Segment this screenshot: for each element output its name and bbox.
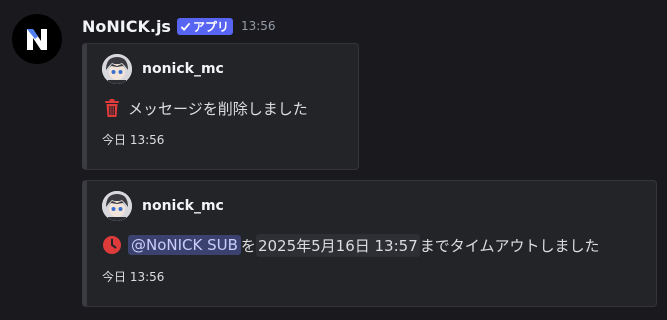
checkmark-icon [180, 22, 191, 31]
embed-author-name[interactable]: nonick_mc [142, 61, 224, 77]
timestamp-chip[interactable]: 2025年5月16日 13:57 [255, 233, 420, 257]
embed-author: nonick_mc [102, 191, 224, 221]
user-avatar[interactable] [102, 191, 132, 221]
embed-timeout: nonick_mc @NoNICK SUB を 2025年5月16日 13:57… [82, 180, 657, 307]
trash-icon [102, 98, 122, 118]
embed-text: メッセージを削除しました [128, 99, 308, 118]
message-timestamp[interactable]: 13:56 [241, 19, 276, 33]
bot-username[interactable]: NoNICK.js [82, 17, 171, 36]
timeout-suffix-text: までタイムアウトしました [419, 236, 600, 255]
embed-author: nonick_mc [102, 54, 224, 84]
embed-message-deleted: nonick_mc メッセージを削除しました 今日 13:56 [82, 43, 359, 170]
app-badge-label: アプリ [192, 19, 229, 34]
joiner-text: を [240, 236, 256, 255]
bot-avatar[interactable] [12, 14, 62, 64]
anime-avatar-icon [102, 54, 132, 84]
clock-icon [102, 235, 122, 255]
message-header: NoNICK.js アプリ 13:56 [82, 14, 276, 38]
chat-message: NoNICK.js アプリ 13:56 nonick_mc メッセージを削除しま… [0, 0, 667, 320]
app-badge: アプリ [176, 17, 233, 35]
embed-footer: 今日 13:56 [102, 269, 165, 284]
nonick-logo-icon [27, 29, 47, 50]
embed-description: @NoNICK SUB を 2025年5月16日 13:57 までタイムアウトし… [102, 233, 599, 257]
user-avatar[interactable] [102, 54, 132, 84]
embed-author-name[interactable]: nonick_mc [142, 198, 224, 214]
user-mention[interactable]: @NoNICK SUB [128, 235, 241, 255]
embed-footer: 今日 13:56 [102, 132, 165, 147]
anime-avatar-icon [102, 191, 132, 221]
embed-description: メッセージを削除しました [102, 96, 308, 120]
